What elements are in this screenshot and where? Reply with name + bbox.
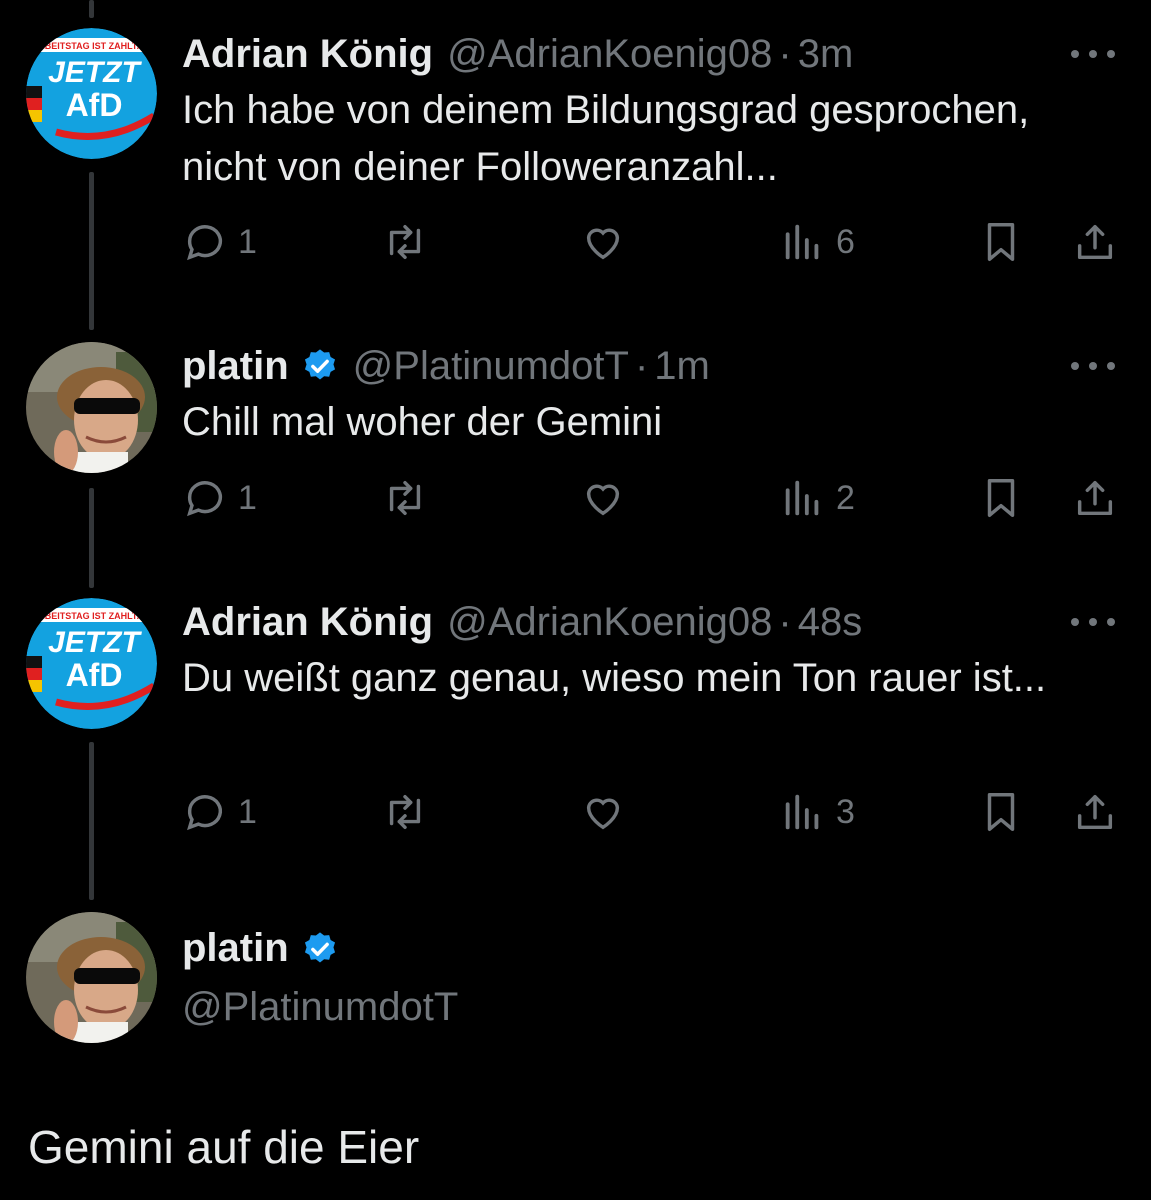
heart-icon: [586, 484, 620, 516]
thread-line: [89, 172, 94, 330]
reply-count: 1: [238, 478, 257, 517]
svg-text:ARBEITSTAG IST ZAHLTAG: ARBEITSTAG IST ZAHLTAG: [32, 611, 151, 621]
heart-icon: [586, 228, 620, 260]
more-options-icon[interactable]: [1063, 352, 1123, 380]
like-button[interactable]: [580, 212, 626, 272]
like-button[interactable]: [580, 468, 626, 528]
retweet-button[interactable]: [382, 212, 428, 272]
reply-button[interactable]: 1: [182, 468, 257, 528]
tweet-text: Du weißt ganz genau, wieso mein Ton raue…: [182, 656, 1047, 700]
separator: ·: [778, 31, 792, 76]
reply-icon: [187, 481, 223, 517]
verified-badge-icon: [304, 931, 335, 962]
tweet-text: Chill mal woher der Gemini: [182, 400, 663, 444]
author-name[interactable]: platin: [182, 344, 289, 389]
tweet-actions: 1 6: [182, 212, 1122, 272]
retweet-icon: [389, 794, 421, 830]
views-button[interactable]: 6: [780, 212, 855, 272]
share-icon: [1077, 794, 1113, 830]
svg-text:JETZT: JETZT: [48, 626, 142, 659]
bookmark-icon: [987, 479, 1015, 517]
thread-line: [89, 0, 94, 18]
author-name[interactable]: Adrian König: [182, 32, 433, 77]
views-icon: [785, 794, 819, 830]
views-count: 6: [836, 222, 855, 261]
retweet-icon: [389, 480, 421, 516]
tweet-text: Ich habe von deinem Bildungsgrad gesproc…: [182, 88, 1030, 189]
author-handle[interactable]: @PlatinumdotT: [182, 985, 1131, 1030]
reply-count: 1: [238, 222, 257, 261]
bookmark-button[interactable]: [978, 782, 1024, 842]
verified-badge-icon: [304, 349, 335, 380]
reply-icon: [187, 225, 223, 261]
author-handle[interactable]: @AdrianKoenig08: [447, 600, 772, 645]
author-name[interactable]: Adrian König: [182, 600, 433, 645]
author-handle[interactable]: @AdrianKoenig08: [447, 32, 772, 77]
more-options-icon[interactable]: [1063, 40, 1123, 68]
views-button[interactable]: 3: [780, 782, 855, 842]
views-icon: [785, 224, 819, 260]
timestamp[interactable]: 1m: [654, 344, 710, 389]
separator: ·: [634, 343, 649, 388]
bookmark-button[interactable]: [978, 212, 1024, 272]
bookmark-icon: [987, 223, 1015, 261]
main-tweet-text: Gemini auf die Eier: [28, 1121, 420, 1173]
reply-icon: [187, 795, 223, 831]
svg-text:AfD: AfD: [66, 87, 123, 123]
share-button[interactable]: [1072, 468, 1118, 528]
timestamp[interactable]: 48s: [798, 600, 863, 645]
svg-text:JETZT: JETZT: [48, 56, 142, 89]
share-button[interactable]: [1072, 212, 1118, 272]
views-icon: [785, 480, 819, 516]
separator: ·: [778, 599, 792, 644]
reply-count: 1: [238, 792, 257, 831]
views-count: 2: [836, 478, 855, 517]
author-name[interactable]: platin: [182, 926, 289, 971]
avatar-afd[interactable]: ARBEITSTAG IST ZAHLTAG JETZT AfD: [26, 28, 157, 159]
author-handle[interactable]: @PlatinumdotT: [353, 344, 629, 389]
tweet-actions: 1 2: [182, 468, 1122, 528]
timestamp[interactable]: 3m: [798, 32, 854, 77]
avatar-platin[interactable]: [26, 912, 157, 1043]
like-button[interactable]: [580, 782, 626, 842]
retweet-button[interactable]: [382, 782, 428, 842]
avatar-afd[interactable]: ARBEITSTAG IST ZAHLTAG JETZT AfD: [26, 598, 157, 729]
views-button[interactable]: 2: [780, 468, 855, 528]
share-button[interactable]: [1072, 782, 1118, 842]
svg-text:AfD: AfD: [66, 657, 123, 693]
bookmark-button[interactable]: [978, 468, 1024, 528]
views-count: 3: [836, 792, 855, 831]
svg-text:ARBEITSTAG IST ZAHLTAG: ARBEITSTAG IST ZAHLTAG: [32, 41, 151, 51]
tweet-actions: 1 3: [182, 782, 1122, 842]
thread-line: [89, 488, 94, 588]
thread-line: [89, 742, 94, 900]
share-icon: [1077, 224, 1113, 260]
reply-button[interactable]: 1: [182, 212, 257, 272]
avatar-platin[interactable]: [26, 342, 157, 473]
retweet-icon: [389, 224, 421, 260]
share-icon: [1077, 480, 1113, 516]
reply-button[interactable]: 1: [182, 782, 257, 842]
retweet-button[interactable]: [382, 468, 428, 528]
more-options-icon[interactable]: [1063, 608, 1123, 636]
heart-icon: [586, 798, 620, 830]
bookmark-icon: [987, 793, 1015, 831]
